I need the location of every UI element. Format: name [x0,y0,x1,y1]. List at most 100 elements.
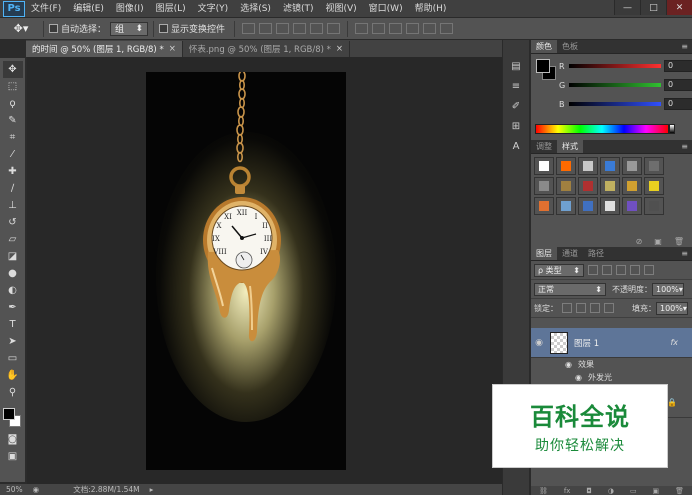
crop-tool-icon[interactable]: ⌗ [3,129,23,146]
menu-select[interactable]: 选择(S) [234,0,277,18]
blue-slider[interactable] [569,102,661,106]
distribute-top-icon[interactable] [355,23,369,34]
style-swatch[interactable] [556,157,576,175]
green-value-field[interactable]: 0 [664,79,692,91]
path-select-tool-icon[interactable]: ➤ [3,333,23,350]
menu-image[interactable]: 图像(I) [110,0,150,18]
character-panel-icon[interactable]: A [506,138,526,155]
lock-transparency-icon[interactable] [562,303,572,313]
style-swatch[interactable] [600,197,620,215]
tab-document-2[interactable]: 怀表.png @ 50% (图层 1, RGB/8) * × [183,41,351,57]
history-brush-tool-icon[interactable]: ↺ [3,214,23,231]
green-slider[interactable] [569,83,661,87]
style-swatch[interactable] [534,157,554,175]
show-transform-checkbox[interactable] [159,24,169,33]
clone-stamp-tool-icon[interactable]: ⊥ [3,197,23,214]
menu-help[interactable]: 帮助(H) [409,0,453,18]
filter-type-icon[interactable] [616,265,626,275]
distribute-hcenter-icon[interactable] [423,23,437,34]
filter-pixel-icon[interactable] [588,265,598,275]
add-mask-icon[interactable]: ◘ [586,487,592,495]
move-tool-preset-icon[interactable]: ✥▾ [4,20,38,38]
panel-menu-icon[interactable]: ≡ [681,249,688,258]
link-layers-icon[interactable]: ⛓ [539,487,548,495]
lock-all-icon[interactable] [604,303,614,313]
delete-style-icon[interactable]: 🗑 [674,237,684,246]
red-slider[interactable] [569,64,661,68]
close-tab-icon[interactable]: × [169,44,176,54]
style-swatch[interactable] [644,197,664,215]
tab-styles[interactable]: 样式 [557,140,583,153]
style-swatch[interactable] [600,157,620,175]
clone-source-icon[interactable]: ⊞ [506,118,526,135]
layer-row-layer-1[interactable]: ◉ 图层 1 fx [531,328,692,358]
tab-layers[interactable]: 图层 [531,247,557,260]
lasso-tool-icon[interactable]: ϙ [3,95,23,112]
marquee-tool-icon[interactable]: ⬚ [3,78,23,95]
style-swatch[interactable] [622,197,642,215]
fill-field[interactable]: 100% ▾ [656,301,688,315]
blur-tool-icon[interactable]: ● [3,265,23,282]
document-canvas[interactable]: XII I II III IV VIII IX X XI [146,72,346,470]
distribute-left-icon[interactable] [406,23,420,34]
zoom-level[interactable]: 50% [6,485,23,494]
properties-panel-icon[interactable]: ≡ [506,78,526,95]
new-adjustment-icon[interactable]: ◑ [608,487,614,495]
type-tool-icon[interactable]: T [3,316,23,333]
menu-layer[interactable]: 图层(L) [150,0,192,18]
fx-badge[interactable]: fx [670,338,678,347]
tab-adjustments[interactable]: 调整 [531,140,557,153]
auto-select-checkbox[interactable] [49,24,58,33]
filter-shape-icon[interactable] [630,265,640,275]
style-swatch[interactable] [578,197,598,215]
quick-mask-icon[interactable]: ◙ [3,431,23,448]
eraser-tool-icon[interactable]: ▱ [3,231,23,248]
opacity-field[interactable]: 100% ▾ [652,282,684,296]
layer-filter-dropdown[interactable]: ρ 类型 ⬍ [534,263,584,277]
foreground-color-swatch[interactable] [2,408,15,420]
zoom-tool-icon[interactable]: ⚲ [3,384,23,401]
style-swatch[interactable] [556,177,576,195]
move-tool-icon[interactable]: ✥ [2,61,23,78]
add-style-icon[interactable]: fx [564,487,571,495]
style-swatch[interactable] [622,157,642,175]
eyedropper-tool-icon[interactable]: ⁄ [3,146,23,163]
clear-style-icon[interactable]: ⊘ [636,237,643,246]
hand-tool-icon[interactable]: ✋ [3,367,23,384]
filter-adjustment-icon[interactable] [602,265,612,275]
style-swatch[interactable] [556,197,576,215]
screen-mode-icon[interactable]: ▣ [3,448,23,465]
style-swatch[interactable] [644,177,664,195]
eye-icon[interactable]: ◉ [531,338,547,348]
align-bottom-icon[interactable] [276,23,290,34]
lock-position-icon[interactable] [590,303,600,313]
red-value-field[interactable]: 0 [664,60,692,72]
foreground-color-swatch[interactable] [536,59,550,73]
tab-document-1[interactable]: 的时间 @ 50% (图层 1, RGB/8) * × [26,41,183,57]
menu-type[interactable]: 文字(Y) [192,0,235,18]
paint-bucket-tool-icon[interactable]: ◪ [3,248,23,265]
healing-brush-tool-icon[interactable]: ✚ [3,163,23,180]
eye-icon[interactable]: ◉ [565,360,572,369]
tab-channels[interactable]: 通道 [557,247,583,260]
menu-edit[interactable]: 编辑(E) [67,0,110,18]
close-tab-icon[interactable]: × [336,44,343,54]
lock-pixels-icon[interactable] [576,303,586,313]
outer-glow-effect-row[interactable]: ◉ 外发光 [531,371,692,384]
grayscale-bar[interactable] [669,124,675,134]
style-swatch[interactable] [644,157,664,175]
distribute-bottom-icon[interactable] [389,23,403,34]
dodge-tool-icon[interactable]: ◐ [3,282,23,299]
color-spectrum-bar[interactable] [535,124,669,134]
close-button[interactable]: ✕ [666,0,692,15]
panel-menu-icon[interactable]: ≡ [681,142,688,151]
maximize-button[interactable]: □ [640,0,666,15]
style-swatch[interactable] [578,177,598,195]
align-top-icon[interactable] [242,23,256,34]
brush-tool-icon[interactable]: ∕ [3,180,23,197]
brush-panel-icon[interactable]: ✐ [506,98,526,115]
delete-layer-icon[interactable]: 🗑 [675,487,684,495]
tab-color[interactable]: 颜色 [531,40,557,53]
eye-icon[interactable]: ◉ [575,373,582,382]
menu-view[interactable]: 视图(V) [319,0,362,18]
